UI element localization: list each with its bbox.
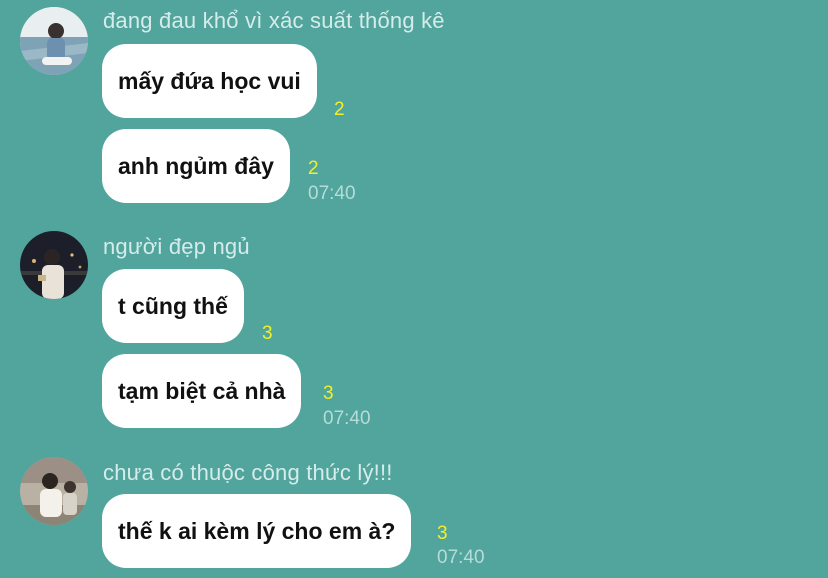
message-timestamp: 07:40	[437, 547, 485, 568]
read-count: 2	[334, 99, 345, 120]
sender-name: người đẹp ngủ	[103, 234, 250, 259]
avatar[interactable]	[20, 7, 88, 75]
message-bubble[interactable]: tạm biệt cả nhà	[102, 354, 302, 428]
read-count: 3	[262, 323, 273, 344]
sender-name: chưa có thuộc công thức lý!!!	[103, 460, 393, 485]
sender-name: đang đau khổ vì xác suất thống kê	[103, 8, 445, 33]
read-count: 3	[437, 523, 448, 544]
message-timestamp: 07:40	[308, 183, 356, 204]
avatar[interactable]	[20, 457, 88, 525]
message-bubble[interactable]: mấy đứa học vui	[102, 44, 317, 118]
message-timestamp: 07:40	[323, 408, 371, 429]
message-bubble[interactable]: t cũng thế	[102, 269, 244, 343]
avatar[interactable]	[20, 231, 88, 299]
read-count: 3	[323, 383, 334, 404]
message-bubble[interactable]: anh ngủm đây	[102, 129, 290, 203]
read-count: 2	[308, 158, 319, 179]
message-bubble[interactable]: thế k ai kèm lý cho em à?	[102, 494, 412, 568]
